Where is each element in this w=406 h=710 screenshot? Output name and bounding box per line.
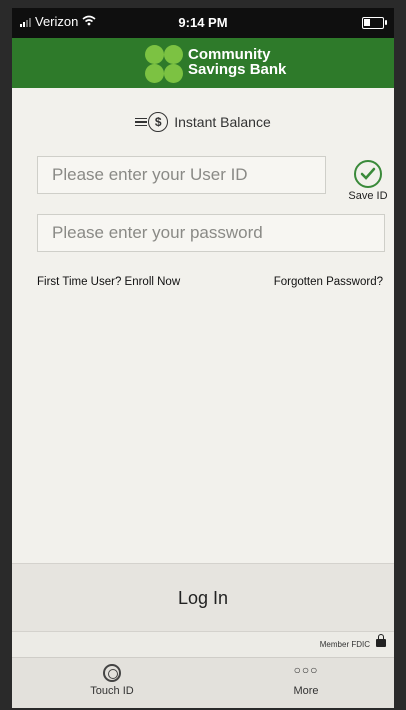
bank-name-line1: Community [188,46,271,63]
tab-more[interactable]: ○○○ More [266,664,346,697]
save-id-toggle[interactable]: Save ID [348,160,388,202]
status-bar: Verizon 9:14 PM [12,8,394,38]
forgot-password-link[interactable]: Forgotten Password? [274,276,383,288]
save-id-label: Save ID [348,190,388,202]
instant-balance-label: Instant Balance [174,114,271,130]
password-input[interactable] [52,215,384,251]
bank-logo-text: Community Savings Bank [188,47,286,77]
bank-name-line2: Savings Bank [188,61,287,78]
dollar-circle-icon: $ [135,112,169,132]
lock-icon [376,634,386,647]
fingerprint-icon [103,664,121,682]
app-screen: Verizon 9:14 PM Community Savings Bank $… [12,8,394,708]
fdic-label: Member FDIC [319,640,370,649]
clock: 9:14 PM [178,15,228,30]
tab-touch-id[interactable]: Touch ID [72,664,152,697]
user-id-input[interactable] [52,157,325,193]
fdic-bar: Member FDIC [12,631,394,658]
tab-more-label: More [293,685,319,697]
more-dots-icon: ○○○ [293,663,319,677]
user-id-field[interactable] [37,156,326,194]
tab-touch-id-label: Touch ID [90,685,134,697]
tab-bar: Touch ID ○○○ More [12,657,394,708]
password-field[interactable] [37,214,385,252]
checkmark-icon [354,160,382,188]
login-button[interactable]: Log In [12,563,394,632]
battery-icon [362,17,387,29]
instant-balance-link[interactable]: $ Instant Balance [12,112,394,132]
clover-logo-icon [144,44,184,84]
app-header: Community Savings Bank [12,38,394,88]
enroll-link[interactable]: First Time User? Enroll Now [37,276,180,288]
